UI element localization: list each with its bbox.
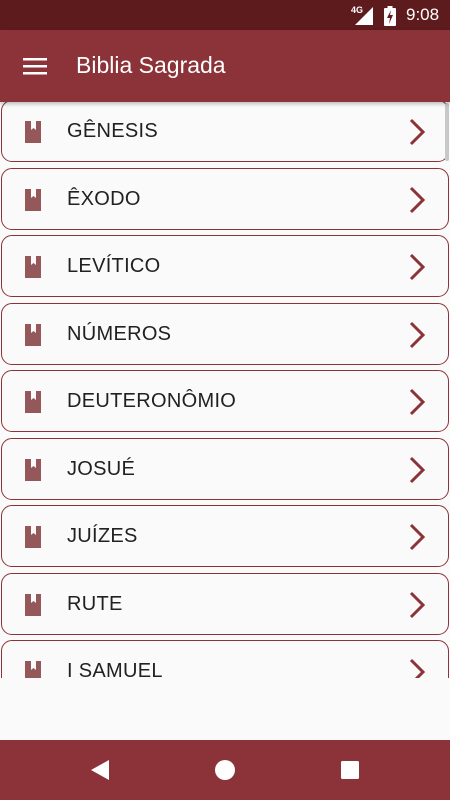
book-item-i-samuel[interactable]: I SAMUEL	[1, 640, 449, 678]
page-title: Biblia Sagrada	[76, 52, 226, 78]
hamburger-menu-icon[interactable]	[14, 46, 56, 86]
back-triangle-icon[interactable]	[84, 754, 116, 786]
signal-icon	[355, 7, 373, 25]
book-icon	[25, 189, 41, 211]
book-label: DEUTERONÔMIO	[67, 390, 237, 412]
book-icon	[25, 324, 41, 346]
book-item-numeros[interactable]: NÚMEROS	[1, 303, 449, 365]
chevron-right-icon	[409, 523, 426, 551]
book-label: GÊNESIS	[67, 120, 159, 142]
book-item-juizes[interactable]: JUÍZES	[1, 505, 449, 567]
book-icon	[25, 661, 41, 678]
chevron-right-icon	[409, 118, 426, 146]
book-icon	[25, 121, 41, 143]
recents-square-icon[interactable]	[334, 754, 366, 786]
chevron-right-icon	[409, 253, 426, 281]
chevron-right-icon	[409, 456, 426, 484]
book-item-rute[interactable]: RUTE	[1, 573, 449, 635]
status-bar: 4G 9:08	[0, 0, 450, 30]
book-label: RUTE	[67, 593, 123, 615]
book-icon	[25, 459, 41, 481]
book-icon	[25, 256, 41, 278]
book-item-levitico[interactable]: LEVÍTICO	[1, 235, 449, 297]
book-label: I SAMUEL	[67, 660, 163, 678]
app-bar: Biblia Sagrada	[0, 30, 450, 102]
book-icon	[25, 526, 41, 548]
home-circle-icon[interactable]	[209, 754, 241, 786]
book-icon	[25, 391, 41, 413]
book-label: JUÍZES	[67, 525, 138, 547]
book-item-genesis[interactable]: GÊNESIS	[1, 100, 449, 162]
chevron-right-icon	[409, 321, 426, 349]
chevron-right-icon	[409, 658, 426, 678]
book-label: LEVÍTICO	[67, 255, 161, 277]
book-item-exodo[interactable]: ÊXODO	[1, 168, 449, 230]
chevron-right-icon	[409, 388, 426, 416]
book-item-deuteronomio[interactable]: DEUTERONÔMIO	[1, 370, 449, 432]
book-item-josue[interactable]: JOSUÉ	[1, 438, 449, 500]
navigation-bar	[0, 740, 450, 800]
book-list[interactable]: GÊNESIS ÊXODO LEVÍTICO NÚMEROS DEUTERONÔ…	[0, 100, 450, 678]
battery-charging-icon	[384, 6, 396, 26]
book-label: NÚMEROS	[67, 323, 172, 345]
scrollbar[interactable]	[445, 103, 449, 161]
chevron-right-icon	[409, 186, 426, 214]
book-icon	[25, 594, 41, 616]
chevron-right-icon	[409, 591, 426, 619]
book-label: ÊXODO	[67, 188, 141, 210]
clock: 9:08	[406, 5, 440, 24]
book-label: JOSUÉ	[67, 458, 136, 480]
